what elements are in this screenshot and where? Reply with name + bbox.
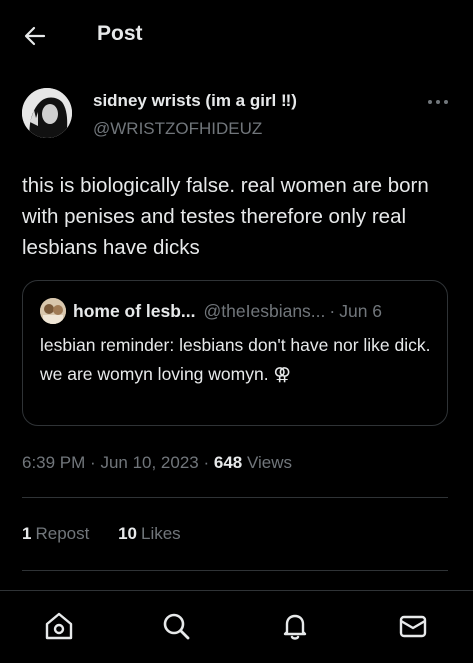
likes-count: 10	[118, 524, 137, 543]
post-date[interactable]: Jun 10, 2023	[100, 453, 198, 472]
divider	[22, 570, 448, 571]
page-title: Post	[97, 22, 143, 45]
back-arrow-icon	[24, 26, 46, 46]
quote-avatar[interactable]	[40, 298, 66, 324]
likes-label: Likes	[141, 524, 181, 543]
post-time[interactable]: 6:39 PM	[22, 453, 85, 472]
nav-messages-button[interactable]	[396, 609, 430, 643]
post-timestamp: 6:39 PM · Jun 10, 2023 · 648 Views	[22, 453, 292, 473]
quote-meta: home of lesb... @theIesbians... · Jun 6	[73, 301, 382, 322]
avatar[interactable]	[22, 88, 72, 138]
reposts-label: Repost	[35, 524, 90, 543]
bottom-navigation	[0, 590, 473, 663]
back-button[interactable]	[22, 23, 48, 49]
quote-separator: ·	[329, 301, 336, 321]
reposts-count: 1	[22, 524, 32, 543]
bell-icon	[283, 614, 307, 640]
reposts-stat[interactable]: 1 Repost	[22, 524, 89, 544]
quote-author-name[interactable]: home of lesb...	[73, 301, 196, 321]
post-text: this is biologically false. real women a…	[22, 174, 429, 259]
quote-avatar-image	[40, 298, 66, 324]
views-label: Views	[246, 453, 293, 472]
nav-home-button[interactable]	[42, 609, 76, 643]
views-count: 648	[213, 453, 243, 472]
author-handle[interactable]: @WRISTZOFHIDEUZ	[93, 119, 262, 139]
quote-author-handle[interactable]: @theIesbians...	[204, 301, 326, 321]
search-icon	[163, 613, 190, 640]
likes-stat[interactable]: 10 Likes	[118, 524, 181, 544]
post-author: sidney wrists (im a girl ‼) @WRISTZOFHID…	[22, 88, 452, 144]
home-icon	[45, 612, 73, 640]
nav-search-button[interactable]	[159, 609, 193, 643]
quoted-post[interactable]: home of lesb... @theIesbians... · Jun 6 les…	[22, 280, 448, 426]
timestamp-separator: ·	[90, 453, 101, 472]
quote-date: Jun 6	[339, 301, 383, 321]
divider	[22, 497, 448, 498]
mail-icon	[399, 615, 427, 638]
avatar-image	[22, 88, 72, 138]
engagement-stats: 1 Repost 10 Likes	[22, 524, 205, 544]
more-options-button[interactable]	[426, 92, 450, 112]
nav-notifications-button[interactable]	[278, 609, 312, 643]
author-display-name[interactable]: sidney wrists (im a girl ‼)	[93, 91, 297, 111]
quote-text: lesbian reminder: lesbians don't have no…	[40, 335, 431, 384]
views-separator: ·	[203, 453, 214, 472]
top-bar: Post	[0, 0, 473, 70]
more-icon	[428, 100, 448, 104]
